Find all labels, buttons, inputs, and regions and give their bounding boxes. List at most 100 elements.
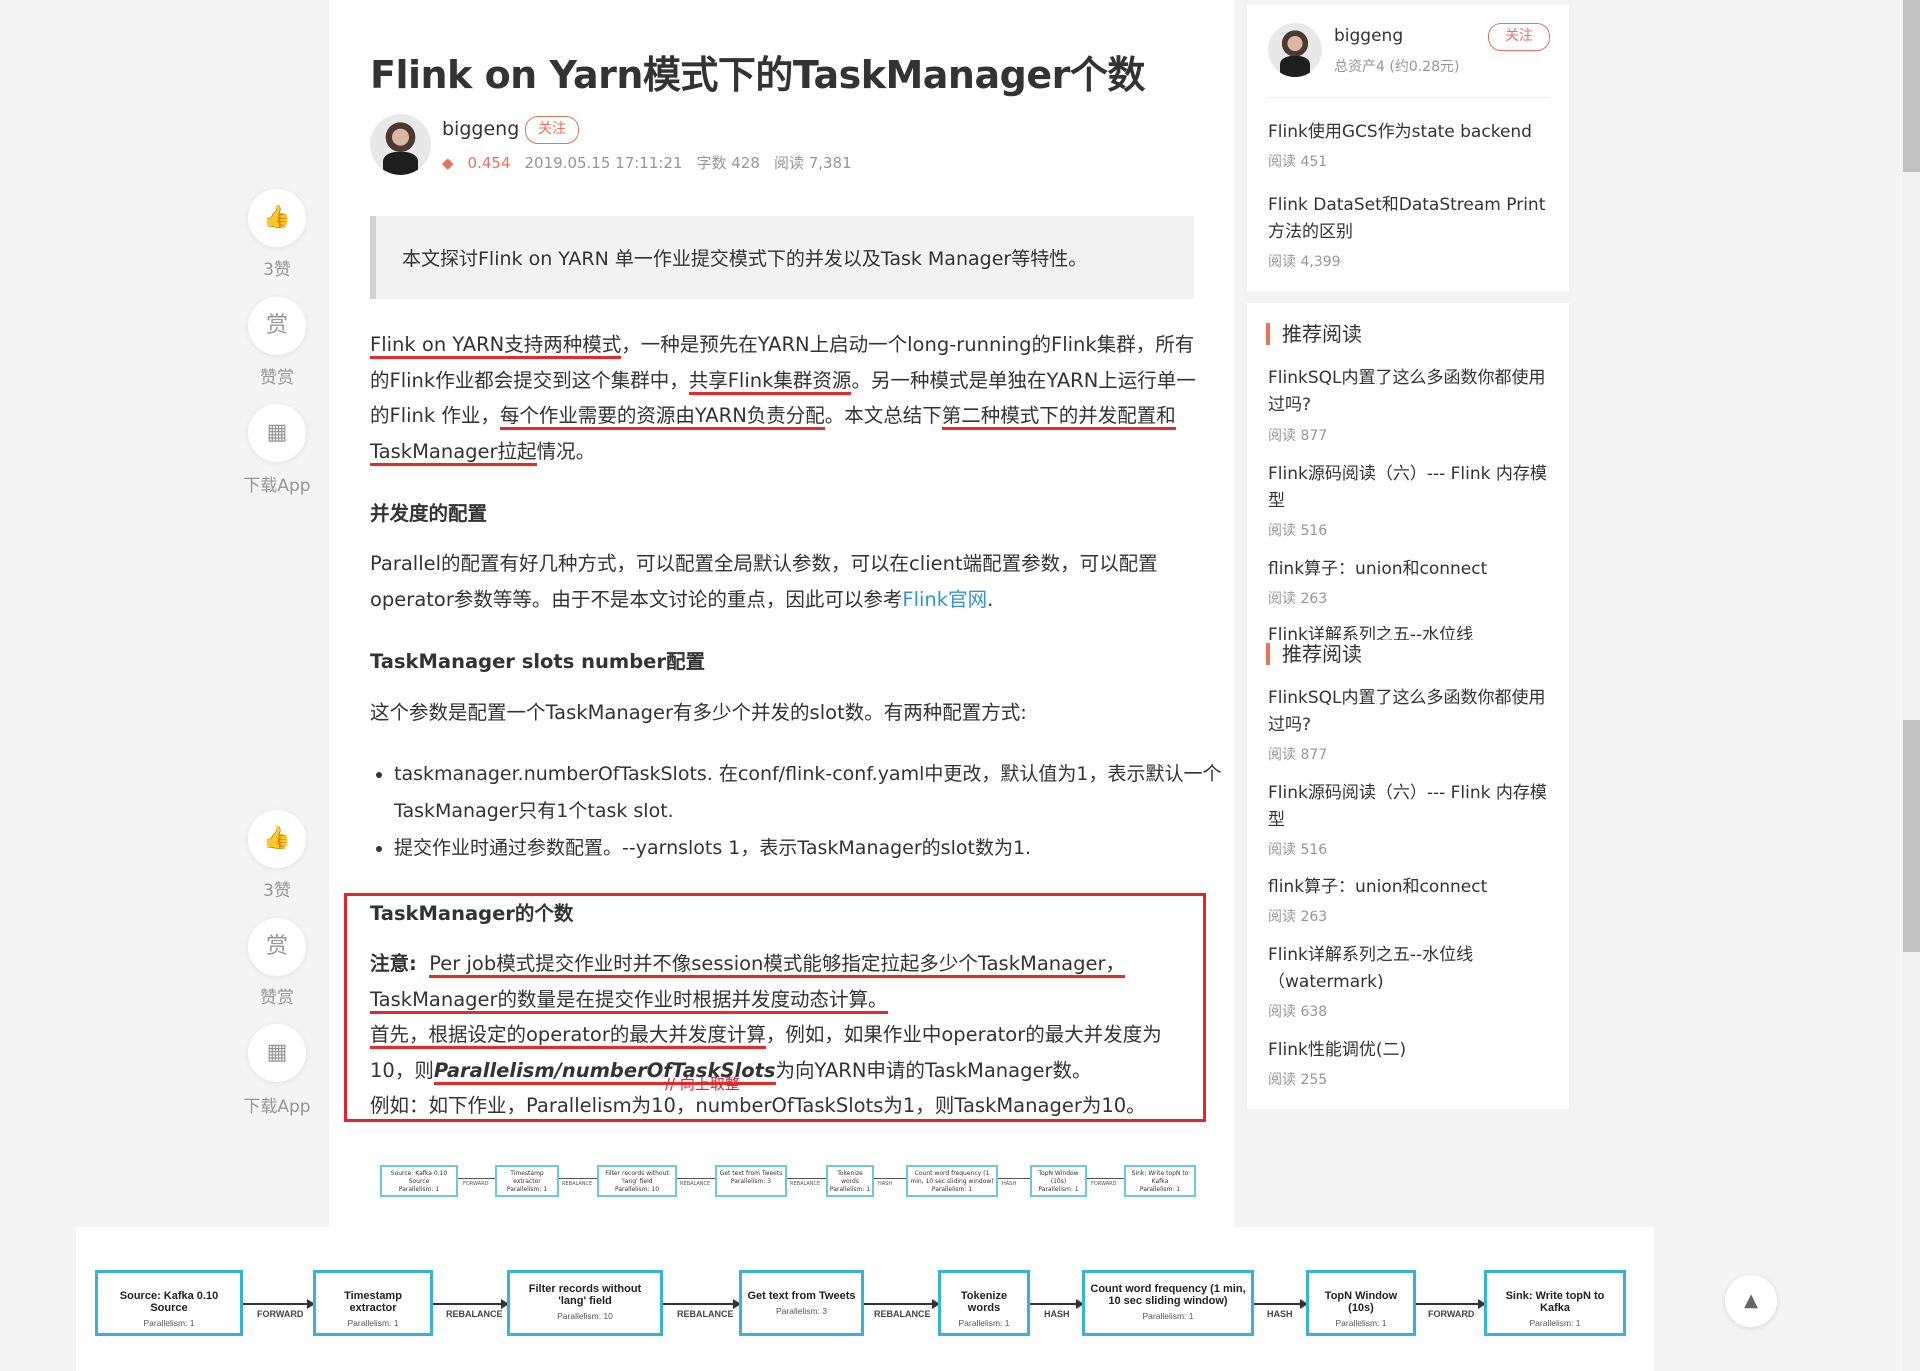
sidebar-article-reads: 阅读 451	[1268, 154, 1328, 170]
like-button[interactable]: 👍	[248, 810, 306, 868]
scrollbar-thumb-upper[interactable]	[1903, 0, 1920, 172]
graph-edge-arrow	[864, 1299, 940, 1309]
flink-docs-link[interactable]: Flink官网	[902, 588, 987, 611]
graph-edge-arrow	[433, 1299, 509, 1309]
graph-node: Tokenize words Parallelism: 1	[938, 1270, 1030, 1336]
graph-edge	[559, 1178, 597, 1179]
article-meta: ◆ 0.454 2019.05.15 17:11:21 字数 428 阅读 7,381	[442, 152, 866, 173]
graph-edge-label: REBALANCE	[680, 1181, 711, 1187]
sidebar-author-name[interactable]: biggeng	[1334, 26, 1403, 46]
parallel-paragraph: Parallel的配置有好几种方式，可以配置全局默认参数，可以在client端配…	[370, 546, 1200, 617]
qr-code-icon: ▦	[266, 420, 288, 445]
author-avatar[interactable]	[370, 114, 431, 175]
graph-edge-label: REBALANCE	[790, 1181, 821, 1187]
recommend-title[interactable]: Flink详解系列之五--水位线（watermark)	[1268, 626, 1558, 640]
job-graph-thumbnail[interactable]: Source: Kafka 0.10 Source Parallelism: 1 …	[376, 1165, 1196, 1205]
recommend-reads: 阅读 255	[1268, 1072, 1328, 1088]
graph-edge-label: HASH	[878, 1181, 893, 1187]
recommend-title[interactable]: Flink源码阅读（六）--- Flink 内存模型	[1268, 461, 1558, 515]
graph-edge	[1087, 1178, 1124, 1179]
graph-node: Source: Kafka 0.10 Source Parallelism: 1	[95, 1270, 243, 1336]
summary-quote-text: 本文探讨Flink on YARN 单一作业提交模式下的并发以及Task Man…	[402, 248, 1088, 270]
intro-highlight-1: Flink on YARN支持两种模式	[370, 333, 622, 359]
download-app-button[interactable]: ▦	[248, 1024, 306, 1082]
graph-node: Count word frequency (1 min, 10 sec slid…	[1082, 1270, 1254, 1336]
graph-node: TopN Window (10s) Parallelism: 1	[1030, 1165, 1087, 1197]
reward-icon: 赏	[265, 934, 288, 959]
recommend-title[interactable]: Flink详解系列之五--水位线（watermark)	[1268, 942, 1558, 996]
recommend-title[interactable]: Flink性能调优(二)	[1268, 1037, 1558, 1064]
reward-button[interactable]: 赏	[248, 297, 306, 355]
word-count: 字数 428	[696, 154, 760, 172]
recommend-reads: 阅读 263	[1268, 591, 1328, 607]
download-app-label: 下载App	[243, 1097, 311, 1117]
graph-node: Timestamp extractor Parallelism: 1	[313, 1270, 433, 1336]
graph-edge-label: FORWARD	[1091, 1181, 1117, 1187]
scrollbar-track[interactable]	[1903, 0, 1920, 1371]
parallel-text: Parallel的配置有好几种方式，可以配置全局默认参数，可以在client端配…	[370, 552, 1158, 611]
follow-button[interactable]: 关注	[525, 116, 579, 144]
back-to-top-button[interactable]: ▲	[1725, 1275, 1777, 1327]
sidebar-article-title[interactable]: Flink DataSet和DataStream Print方法的区别	[1268, 192, 1558, 246]
recommend-heading: 推荐阅读	[1266, 323, 1362, 345]
note-label: 注意:	[370, 952, 417, 975]
thumbs-up-icon: 👍	[263, 826, 291, 851]
graph-edge-label: REBALANCE	[677, 1309, 734, 1319]
recommend-reads: 阅读 877	[1268, 747, 1328, 763]
author-name[interactable]: biggeng	[442, 118, 519, 140]
graph-edge-label: FORWARD	[1428, 1309, 1475, 1319]
sidebar-article-reads: 阅读 4,399	[1268, 254, 1341, 270]
graph-node: Count word frequency (1 min, 10 sec slid…	[906, 1165, 998, 1197]
recommend-title[interactable]: FlinkSQL内置了这么多函数你都使用过吗?	[1268, 365, 1558, 419]
sidebar-article-title[interactable]: Flink使用GCS作为state backend	[1268, 119, 1558, 146]
reward-icon: 赏	[265, 313, 288, 338]
graph-edge	[998, 1178, 1030, 1179]
graph-node: Sink: Write topN to Kafka Parallelism: 1	[1484, 1270, 1626, 1336]
graph-node: Get text from Tweets Parallelism: 3	[715, 1165, 787, 1197]
graph-edge	[787, 1178, 826, 1179]
recommend-clipped-item: Flink详解系列之五--水位线（watermark)	[1268, 626, 1558, 640]
graph-edge-label: HASH	[1002, 1181, 1017, 1187]
reward-button[interactable]: 赏	[248, 918, 306, 976]
recommend-title[interactable]: flink算子：union和connect	[1268, 874, 1558, 901]
graph-node: Filter records without 'lang' field Paral…	[597, 1165, 677, 1197]
qr-code-icon: ▦	[266, 1040, 288, 1065]
like-count: 3赞	[263, 881, 291, 901]
intro-highlight-3: 每个作业需要的资源由YARN负责分配	[499, 404, 825, 430]
download-app-label: 下载App	[243, 476, 311, 496]
intro-highlight-2: 共享Flink集群资源	[688, 368, 852, 395]
graph-edge-arrow	[1254, 1299, 1308, 1309]
recommend-title[interactable]: Flink源码阅读（六）--- Flink 内存模型	[1268, 780, 1558, 834]
example-text: 例如：如下作业，Parallelism为10，numberOfTaskSlots…	[370, 1094, 1146, 1117]
heading-taskmanager-count: TaskManager的个数	[370, 902, 574, 925]
recommend-reads: 阅读 638	[1268, 1004, 1328, 1020]
graph-edge	[458, 1178, 495, 1179]
intro-paragraph: Flink on YARN支持两种模式，一种是预先在YARN上启动一个long-…	[370, 327, 1200, 469]
intro-text-3: 。本文总结下	[824, 404, 942, 427]
round-up-annotation: // 向上取整	[665, 1075, 740, 1093]
diamond-icon: ◆	[442, 154, 454, 172]
sidebar-author-avatar[interactable]	[1268, 23, 1322, 77]
list-item: 提交作业时通过参数配置。--yarnslots 1，表示TaskManager的…	[394, 830, 1224, 867]
sidebar-follow-button[interactable]: 关注	[1488, 23, 1550, 51]
like-count: 3赞	[263, 260, 291, 280]
recommend-reads: 阅读 263	[1268, 909, 1328, 925]
thumbs-up-icon: 👍	[263, 205, 291, 230]
heading-parallel: 并发度的配置	[370, 502, 488, 525]
arrow-up-icon: ▲	[1744, 1290, 1758, 1311]
graph-node: Sink: Write topN to Kafka Parallelism: 1	[1124, 1165, 1196, 1197]
download-app-button[interactable]: ▦	[248, 404, 306, 462]
graph-edge-arrow	[243, 1299, 315, 1309]
note-paragraph: 注意: Per job模式提交作业时并不像session模式能够指定拉起多少个T…	[370, 946, 1200, 1124]
graph-edge-arrow	[663, 1299, 741, 1309]
graph-edge-label: REBALANCE	[562, 1181, 593, 1187]
recommend-title[interactable]: flink算子：union和connect	[1268, 556, 1558, 583]
divider	[1268, 97, 1550, 98]
graph-edge-label: FORWARD	[257, 1309, 304, 1319]
graph-edge-label: HASH	[1044, 1309, 1070, 1319]
scrollbar-thumb[interactable]	[1903, 720, 1920, 952]
sidebar-author-assets: 总资产4 (约0.28元)	[1334, 59, 1460, 75]
graph-edge-arrow	[1416, 1299, 1486, 1309]
recommend-title[interactable]: FlinkSQL内置了这么多函数你都使用过吗?	[1268, 685, 1558, 739]
like-button[interactable]: 👍	[248, 189, 306, 247]
